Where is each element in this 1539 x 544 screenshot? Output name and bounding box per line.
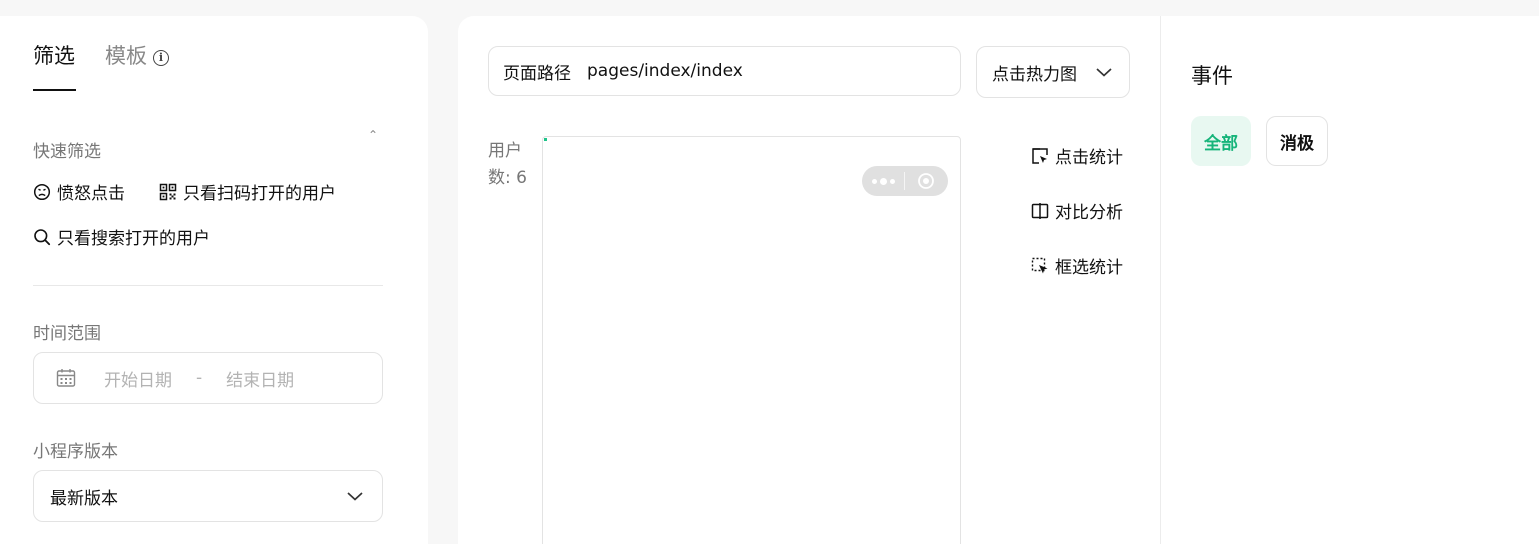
quick-filter-scan-open[interactable]: 只看扫码打开的用户: [159, 179, 336, 204]
panel-divider: [1160, 16, 1161, 544]
box-select-stats-button[interactable]: 框选统计: [1031, 253, 1123, 278]
capsule-close-icon: [905, 172, 947, 190]
event-filter-negative[interactable]: 消极: [1266, 116, 1328, 166]
quick-filter-title: 快速筛选: [33, 142, 101, 162]
heatmap-mode-select[interactable]: 点击热力图: [976, 46, 1130, 98]
version-select-value: 最新版本: [50, 488, 118, 509]
tab-template-label: 模板: [105, 44, 147, 68]
section-divider: [33, 285, 383, 286]
tool-label: 点击统计: [1055, 148, 1123, 168]
version-title: 小程序版本: [33, 442, 118, 462]
filter-tabs: 筛选 模板 i: [33, 40, 199, 70]
event-filter-all[interactable]: 全部: [1191, 116, 1251, 166]
time-range-title: 时间范围: [33, 324, 101, 344]
start-date-input[interactable]: 开始日期: [104, 366, 172, 391]
phone-preview: [542, 136, 961, 544]
chevron-up-icon[interactable]: ⌃: [368, 128, 378, 142]
quick-filter-label: 只看搜索打开的用户: [57, 229, 210, 249]
tab-template[interactable]: 模板 i: [105, 40, 169, 70]
page-path-value: pages/index/index: [587, 61, 743, 81]
tool-label: 框选统计: [1055, 258, 1123, 278]
quick-filter-angry-click[interactable]: 愤怒点击: [33, 179, 125, 204]
page-path-label: 页面路径: [503, 63, 571, 84]
version-select[interactable]: 最新版本: [33, 470, 383, 522]
search-icon: [34, 228, 51, 245]
date-range-picker[interactable]: 开始日期 - 结束日期: [33, 352, 383, 404]
more-icon: [862, 177, 904, 185]
quick-filter-label: 只看扫码打开的用户: [183, 184, 336, 204]
filter-panel: [0, 16, 428, 544]
user-count: 用户数: 6: [488, 141, 527, 188]
miniprogram-capsule: [862, 166, 948, 196]
page-path-field[interactable]: 页面路径 pages/index/index: [488, 46, 961, 96]
chevron-down-icon: [347, 492, 363, 501]
tool-label: 对比分析: [1055, 203, 1123, 223]
qr-code-icon: [159, 183, 177, 200]
events-title: 事件: [1191, 64, 1233, 88]
quick-filter-label: 愤怒点击: [57, 184, 125, 204]
info-icon[interactable]: i: [153, 49, 169, 66]
date-separator: -: [196, 368, 203, 388]
active-tab-indicator: [33, 89, 76, 91]
chevron-down-icon: [1096, 68, 1112, 77]
heat-point: [544, 138, 547, 141]
box-select-icon: [1031, 257, 1048, 273]
end-date-input[interactable]: 结束日期: [226, 366, 294, 391]
calendar-icon: [56, 369, 76, 387]
compare-analysis-button[interactable]: 对比分析: [1031, 198, 1123, 223]
compare-icon: [1031, 202, 1049, 219]
click-stats-icon: [1032, 147, 1048, 164]
quick-filter-search-open[interactable]: 只看搜索打开的用户: [33, 224, 210, 249]
angry-face-icon: [33, 183, 51, 200]
heatmap-mode-value: 点击热力图: [992, 64, 1077, 85]
click-stats-button[interactable]: 点击统计: [1031, 143, 1123, 168]
tab-filter[interactable]: 筛选: [33, 40, 75, 70]
